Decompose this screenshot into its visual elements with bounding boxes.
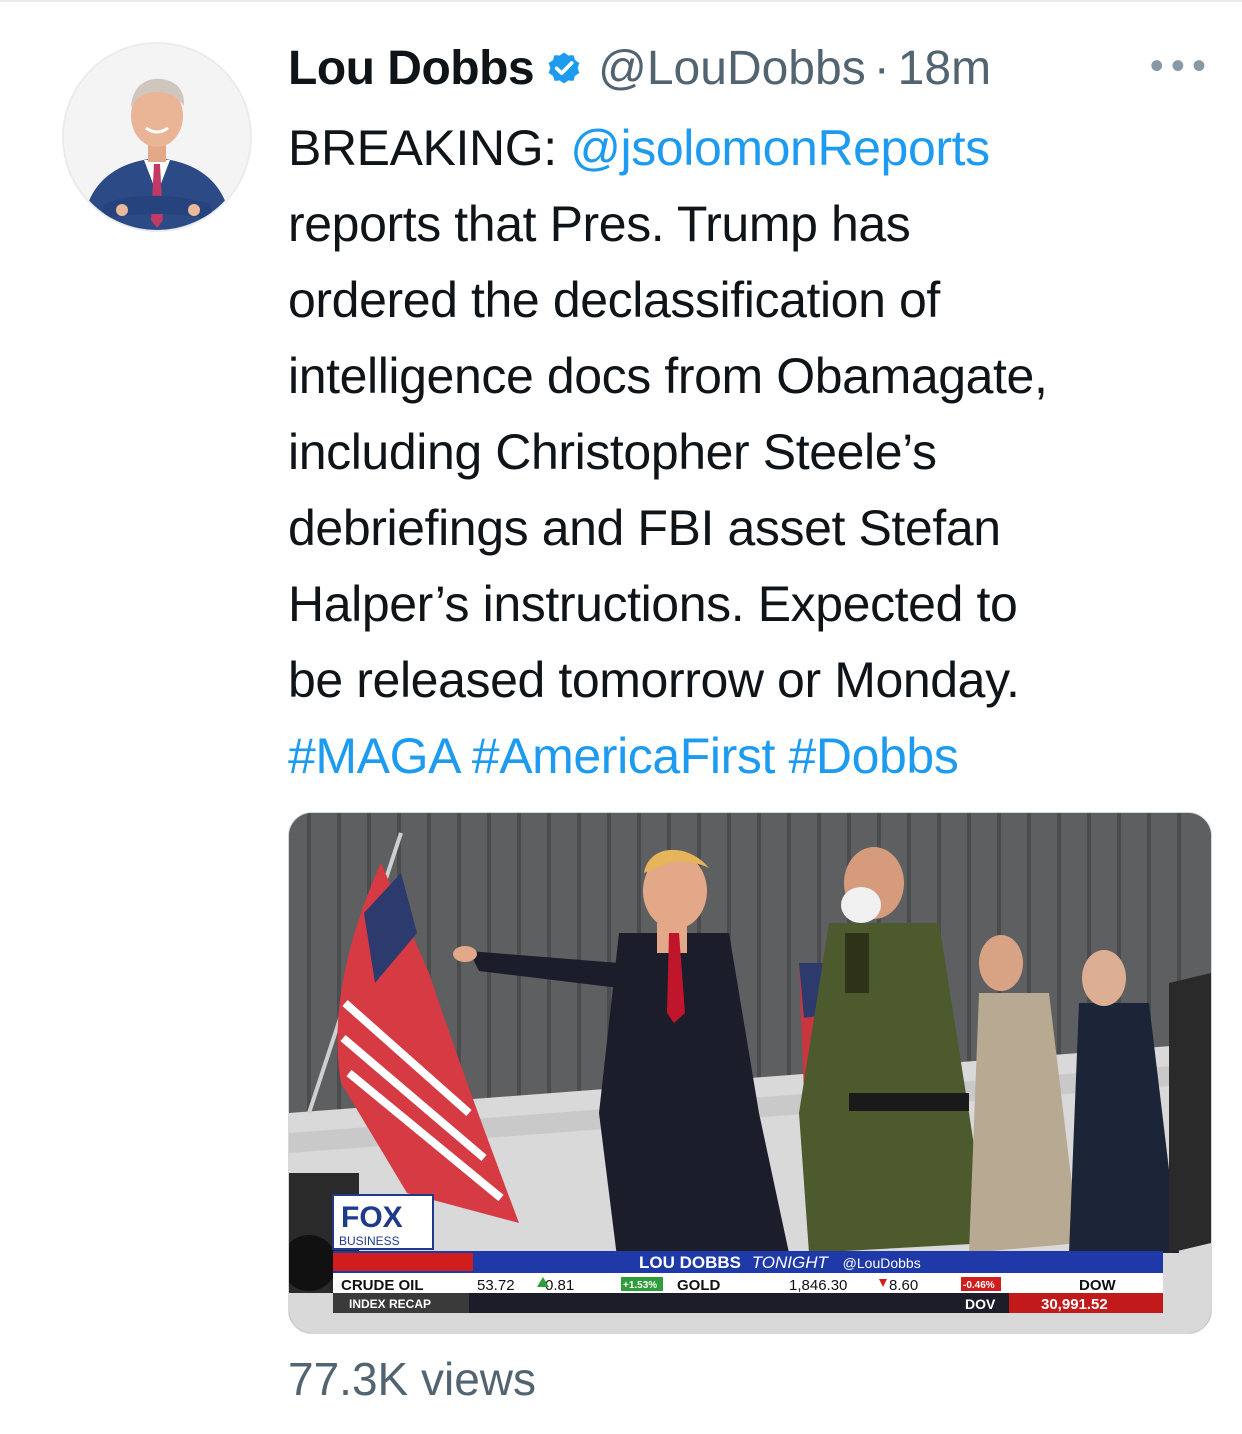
tweet-media-video[interactable]: FOX BUSINESS LOU DOBBS TONIGHT @LouDobbs… <box>288 812 1212 1334</box>
ticker-crude-label: CRUDE OIL <box>341 1277 423 1294</box>
breaking-label: BREAKING: <box>288 120 571 176</box>
tweet-line: debriefings and FBI asset Stefan <box>288 500 1001 556</box>
tweet-line: ordered the declassification of <box>288 272 940 328</box>
tweet-card[interactable]: Lou Dobbs @LouDobbs · 18m • • • BREAKING… <box>0 0 1242 1434</box>
hashtag-link[interactable]: #AmericaFirst <box>472 728 776 784</box>
svg-text:LOU DOBBS TONIGHT: LOU DOBBS TONIGHT @LouDobbs <box>639 1253 921 1272</box>
network-logo: FOX <box>341 1201 403 1234</box>
view-count: 77.3K views <box>288 1353 537 1405</box>
tweet-line: be released tomorrow or Monday. <box>288 652 1020 708</box>
show-title-italic: TONIGHT <box>752 1253 830 1272</box>
ticker-crude-change: 0.81 <box>545 1277 574 1294</box>
more-options-icon[interactable]: • • • <box>1150 44 1206 89</box>
tweet-text: BREAKING: @jsolomonReports reports that … <box>288 110 1218 794</box>
tweet-line: Halper’s instructions. Expected to <box>288 576 1018 632</box>
hashtag-line: #MAGA #AmericaFirst #Dobbs <box>288 718 1218 794</box>
verified-badge-icon <box>544 48 584 88</box>
ticker-gold-change: 8.60 <box>889 1277 918 1294</box>
ticker-dow-label: DOW <box>1079 1277 1117 1294</box>
ticker-index-recap: INDEX RECAP <box>349 1297 431 1311</box>
author-name[interactable]: Lou Dobbs <box>288 41 535 96</box>
timestamp[interactable]: 18m <box>898 41 991 96</box>
ticker-dow-value: 30,991.52 <box>1041 1296 1108 1313</box>
author-handle[interactable]: @LouDobbs <box>598 41 866 96</box>
tweet-line: BREAKING: @jsolomonReports <box>288 110 1218 186</box>
separator-dot: · <box>873 41 890 95</box>
tweet-header: Lou Dobbs @LouDobbs · 18m <box>288 36 991 100</box>
ticker-gold-label: GOLD <box>677 1277 720 1294</box>
ticker-crude-pct: +1.53% <box>623 1280 657 1291</box>
tweet-line: including Christopher Steele’s <box>288 424 937 480</box>
hashtag-link[interactable]: #MAGA <box>288 728 459 784</box>
tweet-line: intelligence docs from Obamagate, <box>288 348 1048 404</box>
tweet-line: reports that Pres. Trump has <box>288 196 911 252</box>
mention-link[interactable]: @jsolomonReports <box>570 120 990 176</box>
ticker-dow-label-2: DOV <box>965 1296 996 1312</box>
hashtag-link[interactable]: #Dobbs <box>788 728 958 784</box>
show-title: LOU DOBBS <box>639 1253 741 1272</box>
avatar[interactable] <box>62 42 252 232</box>
show-handle: @LouDobbs <box>843 1255 921 1271</box>
ticker-gold-value: 1,846.30 <box>789 1277 847 1294</box>
network-sub: BUSINESS <box>339 1234 400 1248</box>
ticker-crude-value: 53.72 <box>477 1277 515 1294</box>
ticker-gold-pct: -0.46% <box>963 1280 995 1291</box>
